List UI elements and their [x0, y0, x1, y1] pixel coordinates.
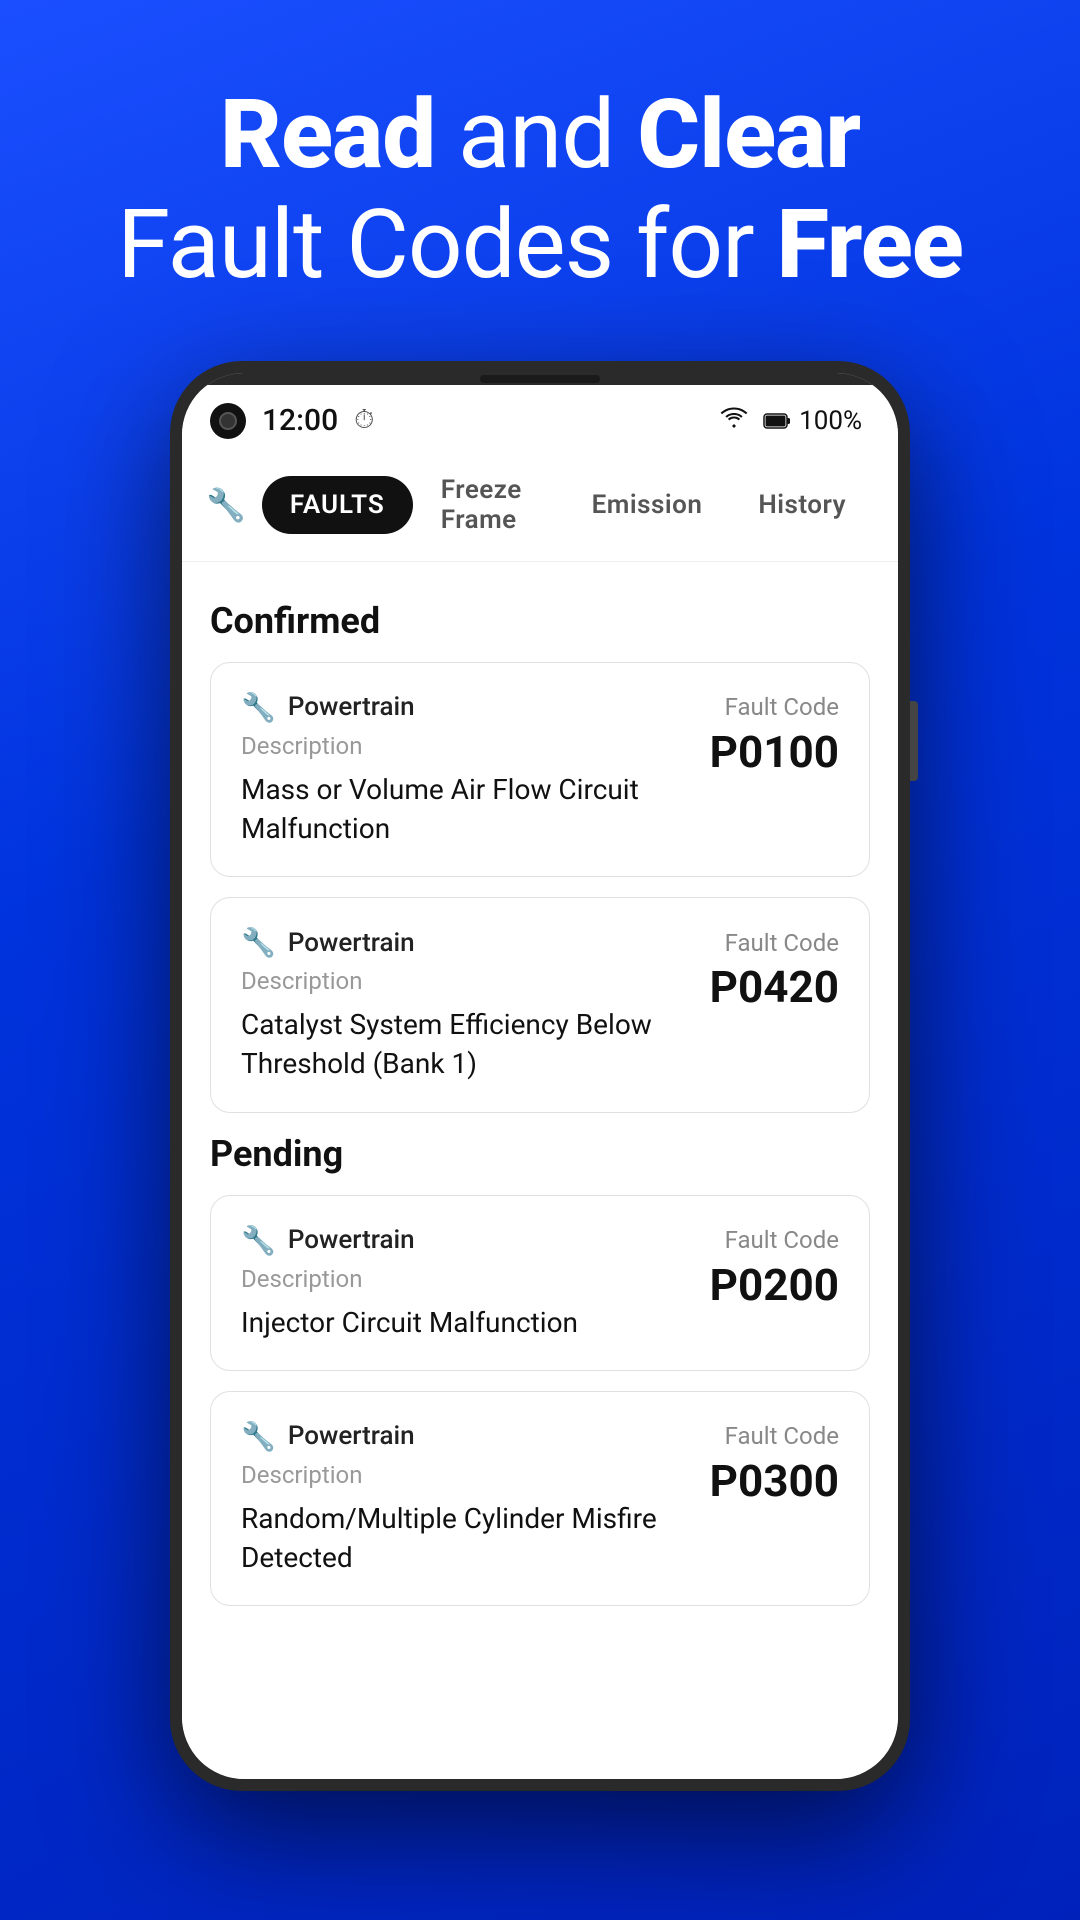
fault-code-label: Fault Code: [725, 1422, 839, 1450]
side-button: [910, 701, 918, 781]
fault-code-value: P0420: [710, 965, 839, 1009]
pending-title: Pending: [210, 1133, 870, 1175]
engine-icon: 🔧: [241, 1224, 276, 1257]
description-label: Description: [241, 1461, 710, 1489]
fault-card-p0200[interactable]: 🔧 Powertrain Fault Code Description Inje…: [210, 1195, 870, 1371]
notch-bar: [182, 373, 898, 385]
battery-icon: 100%: [763, 406, 862, 436]
fault-card-p0420[interactable]: 🔧 Powertrain Fault Code Description Cata…: [210, 897, 870, 1112]
fault-code-value: P0300: [710, 1459, 839, 1503]
card-body: Description Injector Circuit Malfunction…: [241, 1263, 839, 1342]
timer-icon: ⏱: [354, 405, 374, 436]
fault-description: Catalyst System Efficiency Below Thresho…: [241, 1005, 710, 1083]
battery-percent: 100%: [799, 406, 862, 436]
description-label: Description: [241, 1265, 578, 1293]
hero-free: Free: [776, 189, 962, 301]
fault-code-value: P0200: [710, 1263, 839, 1307]
card-body-left: Description Injector Circuit Malfunction: [241, 1263, 578, 1342]
pending-section: Pending 🔧 Powertrain Fault Code Descript…: [210, 1133, 870, 1607]
hero-clear: Clear: [637, 79, 860, 191]
powertrain-label: 🔧 Powertrain: [241, 926, 415, 959]
status-time: 12:00: [262, 403, 338, 438]
card-header: 🔧 Powertrain Fault Code: [241, 1224, 839, 1257]
tab-bar-icon: 🔧: [206, 486, 246, 524]
card-body-left: Description Catalyst System Efficiency B…: [241, 965, 710, 1083]
powertrain-label: 🔧 Powertrain: [241, 691, 415, 724]
fault-code-label: Fault Code: [725, 693, 839, 721]
powertrain-label: 🔧 Powertrain: [241, 1420, 415, 1453]
card-header: 🔧 Powertrain Fault Code: [241, 1420, 839, 1453]
card-body-left: Description Mass or Volume Air Flow Circ…: [241, 730, 710, 848]
hero-read: Read: [220, 79, 435, 191]
status-right: 100%: [719, 405, 862, 436]
card-header: 🔧 Powertrain Fault Code: [241, 691, 839, 724]
wifi-icon: [719, 405, 749, 436]
status-left: 12:00 ⏱: [210, 403, 374, 439]
tab-emission[interactable]: Emission: [564, 476, 731, 534]
notch-pill: [480, 375, 600, 383]
front-camera: [210, 403, 246, 439]
card-header: 🔧 Powertrain Fault Code: [241, 926, 839, 959]
engine-icon: 🔧: [241, 926, 276, 959]
fault-code-label: Fault Code: [725, 1226, 839, 1254]
fault-description: Injector Circuit Malfunction: [241, 1303, 578, 1342]
card-body: Description Catalyst System Efficiency B…: [241, 965, 839, 1083]
description-label: Description: [241, 967, 710, 995]
hero-subtitle: Fault Codes for Free: [117, 189, 963, 301]
phone-screen: 12:00 ⏱: [182, 373, 898, 1779]
fault-card-p0300[interactable]: 🔧 Powertrain Fault Code Description Rand…: [210, 1391, 870, 1606]
engine-icon: 🔧: [241, 1420, 276, 1453]
confirmed-section: Confirmed 🔧 Powertrain Fault Code Descri…: [210, 600, 870, 1113]
engine-icon: 🔧: [241, 691, 276, 724]
status-bar: 12:00 ⏱: [182, 385, 898, 449]
hero-section: Read and Clear Fault Codes for Free: [117, 80, 963, 301]
fault-code-value: P0100: [710, 730, 839, 774]
fault-code-label: Fault Code: [725, 929, 839, 957]
hero-and: and: [458, 79, 614, 191]
description-label: Description: [241, 732, 710, 760]
fault-description: Mass or Volume Air Flow Circuit Malfunct…: [241, 770, 710, 848]
tab-history[interactable]: History: [730, 476, 874, 534]
powertrain-label: 🔧 Powertrain: [241, 1224, 415, 1257]
faults-content: Confirmed 🔧 Powertrain Fault Code Descri…: [182, 562, 898, 1779]
tab-faults[interactable]: Faults: [262, 476, 413, 534]
fault-card-p0100[interactable]: 🔧 Powertrain Fault Code Description Mass…: [210, 662, 870, 877]
card-body: Description Random/Multiple Cylinder Mis…: [241, 1459, 839, 1577]
fault-description: Random/Multiple Cylinder Misfire Detecte…: [241, 1499, 710, 1577]
card-body: Description Mass or Volume Air Flow Circ…: [241, 730, 839, 848]
tab-freeze-frame[interactable]: Freeze Frame: [413, 461, 564, 549]
confirmed-title: Confirmed: [210, 600, 870, 642]
phone-mockup: 12:00 ⏱: [170, 361, 910, 1791]
card-body-left: Description Random/Multiple Cylinder Mis…: [241, 1459, 710, 1577]
tab-bar: 🔧 Faults Freeze Frame Emission History: [182, 449, 898, 562]
